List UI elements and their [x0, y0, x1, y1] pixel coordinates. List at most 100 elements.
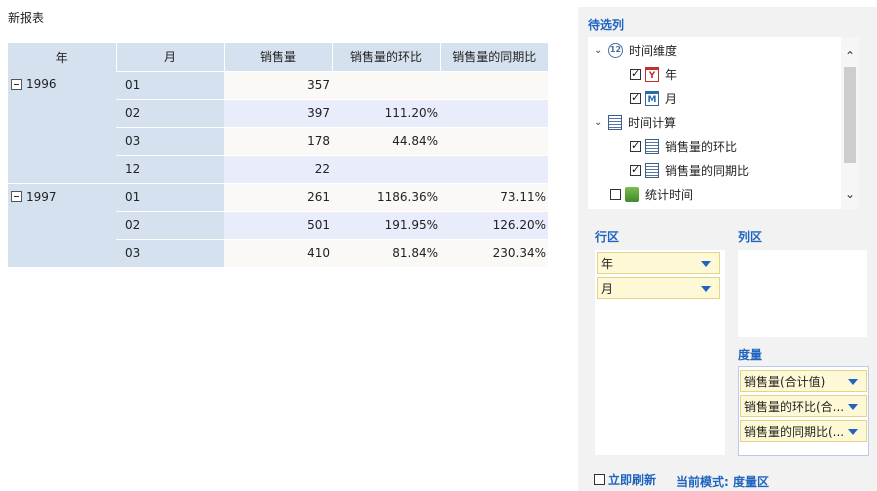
chevron-down-icon[interactable]: ⌄	[594, 45, 604, 56]
year-group-cell: 1997	[8, 182, 116, 267]
refresh-checkbox[interactable]	[594, 474, 605, 485]
current-mode-label: 当前模式: 度量区	[676, 475, 769, 489]
yoy-cell: 73.11%	[440, 182, 548, 211]
table-row: 1996 01 357	[8, 70, 548, 183]
field-panel: 待选列 ⌄ 12 时间维度 Y 年 M 月 ⌄ 时间计算 销售量的环比	[578, 7, 877, 491]
sales-cell: 22	[224, 154, 332, 183]
mom-cell	[332, 154, 440, 183]
measure-field-sales[interactable]: 销售量(合计值)	[740, 370, 867, 392]
row-zone-title: 行区	[595, 230, 620, 244]
scroll-down-icon[interactable]: ⌄	[841, 187, 859, 203]
dropdown-arrow-icon[interactable]	[848, 379, 858, 385]
chevron-down-icon[interactable]: ⌄	[594, 117, 604, 128]
tree-node-time-calc[interactable]: ⌄ 时间计算	[594, 111, 676, 133]
month-cell: 02	[116, 210, 224, 239]
mom-cell: 81.84%	[332, 238, 440, 267]
tree-node-month[interactable]: M 月	[630, 87, 677, 109]
month-cell: 01	[116, 70, 224, 99]
month-cell: 01	[116, 182, 224, 211]
collapse-icon[interactable]	[11, 78, 22, 90]
dropdown-arrow-icon[interactable]	[701, 261, 711, 267]
refresh-label: 立即刷新	[608, 473, 657, 487]
yoy-cell: 230.34%	[440, 238, 548, 267]
scroll-up-icon[interactable]: ⌃	[841, 49, 859, 65]
field-label: 销售量的同期比(...	[744, 424, 845, 439]
month-checkbox[interactable]	[630, 91, 641, 104]
month-dimension-icon: M	[645, 90, 659, 106]
clock-calendar-icon: 12	[608, 42, 623, 58]
year-label: 1997	[26, 189, 57, 204]
month-cell: 03	[116, 238, 224, 267]
calculation-icon	[645, 162, 659, 178]
tree-label: 销售量的同期比	[665, 163, 750, 178]
tree-node-mom[interactable]: 销售量的环比	[630, 135, 737, 157]
sales-cell: 261	[224, 182, 332, 211]
tree-label: 销售量的环比	[665, 139, 738, 154]
stat-time-checkbox[interactable]	[610, 188, 621, 200]
month-cell: 03	[116, 126, 224, 155]
scroll-thumb[interactable]	[844, 67, 856, 163]
sales-cell: 397	[224, 98, 332, 127]
measure-title: 度量	[738, 348, 763, 362]
year-group-cell: 1996	[8, 71, 116, 183]
statistics-time-icon	[625, 186, 639, 202]
mom-cell	[332, 70, 440, 99]
tree-node-year[interactable]: Y 年	[630, 63, 677, 85]
tree-node-yoy[interactable]: 销售量的同期比	[630, 159, 749, 181]
sales-cell: 501	[224, 210, 332, 239]
yoy-cell: 126.20%	[440, 210, 548, 239]
field-label: 年	[601, 256, 614, 271]
col-zone-title: 列区	[738, 230, 763, 244]
tree-node-time-dim[interactable]: ⌄ 12 时间维度	[594, 39, 677, 61]
year-label: 1996	[26, 77, 57, 91]
refresh-toggle[interactable]: 立即刷新	[594, 471, 656, 488]
yoy-cell	[440, 154, 548, 183]
measure-zone[interactable]: 销售量(合计值) 销售量的环比(合... 销售量的同期比(...	[738, 366, 869, 456]
collapse-icon[interactable]	[11, 191, 22, 202]
yoy-checkbox[interactable]	[630, 163, 641, 176]
sales-cell: 178	[224, 126, 332, 155]
calculation-icon	[645, 138, 659, 154]
row-field-year[interactable]: 年	[597, 252, 720, 274]
pivot-table: 年 月 销售量 销售量的环比 销售量的同期比 1996 01 357 02 39…	[8, 43, 548, 267]
sales-cell: 357	[224, 70, 332, 99]
mom-cell: 111.20%	[332, 98, 440, 127]
mom-cell: 1186.36%	[332, 182, 440, 211]
table-header-row: 年 月 销售量 销售量的环比 销售量的同期比	[8, 43, 548, 71]
col-zone[interactable]	[738, 250, 867, 337]
tree-label: 时间计算	[628, 115, 677, 130]
tree-node-stat-time[interactable]: 统计时间	[610, 183, 693, 205]
dropdown-arrow-icon[interactable]	[701, 286, 711, 292]
dropdown-arrow-icon[interactable]	[848, 429, 858, 435]
yoy-cell	[440, 70, 548, 99]
report-title: 新报表	[8, 11, 45, 25]
field-label: 月	[601, 281, 614, 296]
calculation-icon	[608, 114, 622, 130]
mom-cell: 44.84%	[332, 126, 440, 155]
tree-label: 月	[665, 91, 678, 106]
tree-label: 年	[665, 67, 678, 82]
tree-scrollbar[interactable]: ⌃ ⌄	[841, 37, 859, 209]
year-dimension-icon: Y	[645, 66, 659, 82]
col-header-year[interactable]: 年	[8, 43, 117, 71]
yoy-cell	[440, 126, 548, 155]
field-label: 销售量(合计值)	[744, 374, 826, 389]
mom-cell: 191.95%	[332, 210, 440, 239]
candidate-tree: ⌄ 12 时间维度 Y 年 M 月 ⌄ 时间计算 销售量的环比 销售量的同期比	[588, 37, 859, 209]
dropdown-arrow-icon[interactable]	[848, 404, 858, 410]
measure-field-mom[interactable]: 销售量的环比(合...	[740, 395, 867, 417]
sales-cell: 410	[224, 238, 332, 267]
mom-checkbox[interactable]	[630, 139, 641, 152]
col-header-mom[interactable]: 销售量的环比	[332, 43, 441, 71]
year-checkbox[interactable]	[630, 67, 641, 80]
table-row: 1997 01 261 1186.36% 73.11%	[8, 182, 548, 267]
col-header-month[interactable]: 月	[116, 43, 225, 71]
col-header-sales[interactable]: 销售量	[224, 43, 333, 71]
tree-label: 时间维度	[629, 43, 678, 58]
col-header-yoy[interactable]: 销售量的同期比	[440, 43, 548, 71]
row-zone[interactable]: 年 月	[595, 250, 725, 455]
tree-label: 统计时间	[645, 187, 694, 202]
row-field-month[interactable]: 月	[597, 277, 720, 299]
month-cell: 02	[116, 98, 224, 127]
measure-field-yoy[interactable]: 销售量的同期比(...	[740, 420, 867, 442]
